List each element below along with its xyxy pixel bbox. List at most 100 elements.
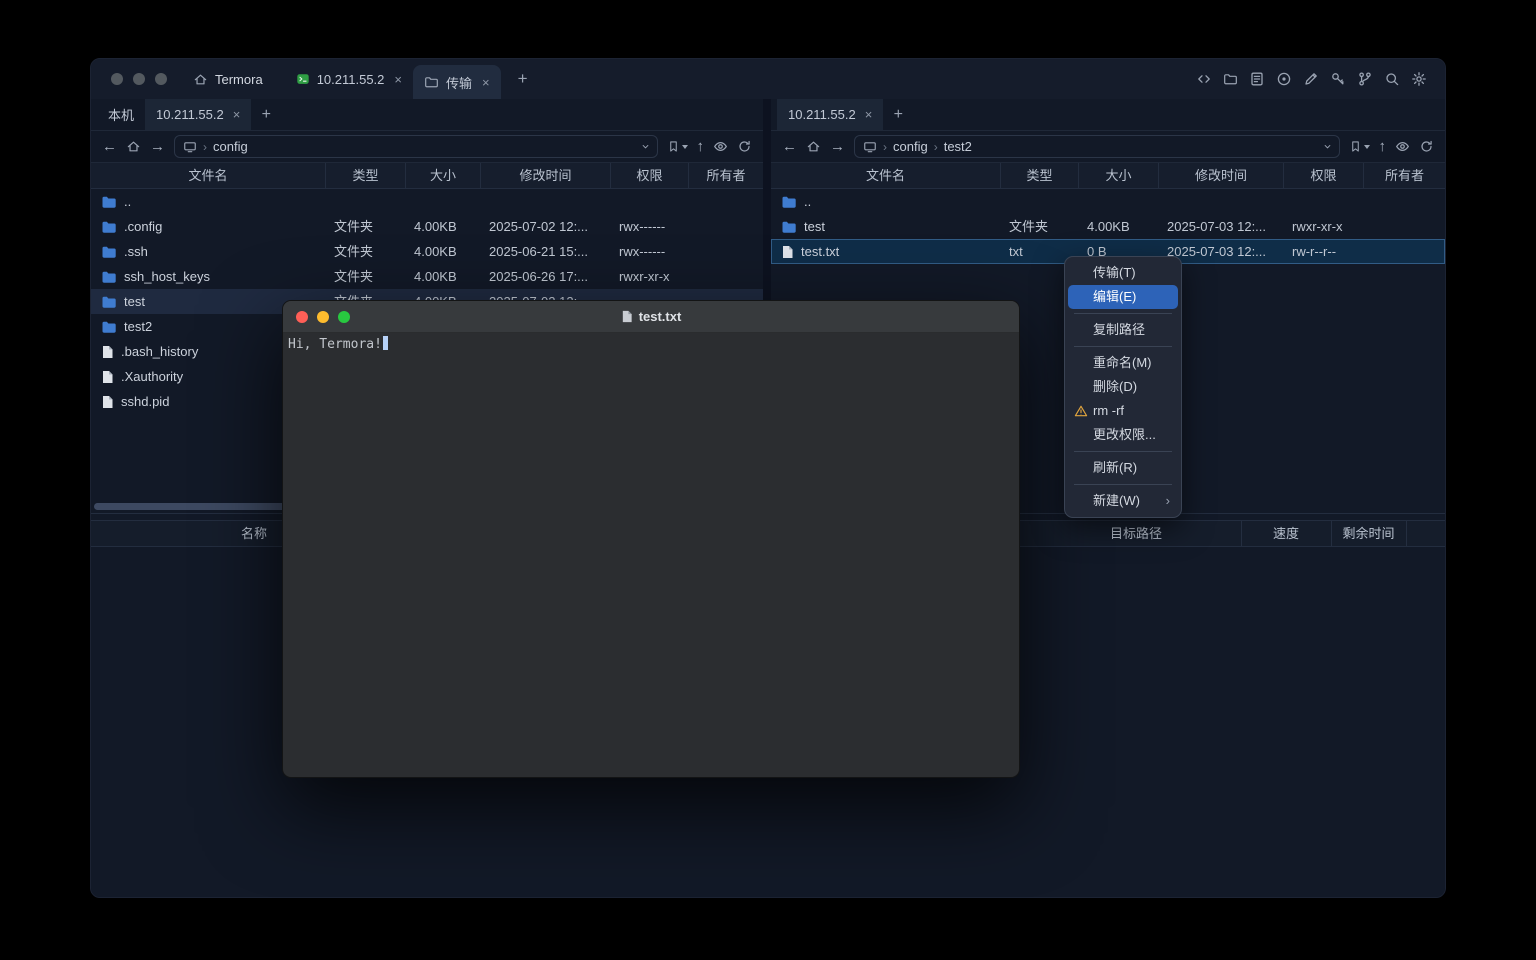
file-name-cell: ssh_host_keys: [91, 264, 326, 289]
folder-outline-icon[interactable]: [1223, 72, 1238, 87]
file-row[interactable]: ..: [91, 189, 763, 214]
chevron-down-icon[interactable]: [1322, 141, 1333, 152]
close-tab-icon[interactable]: ×: [233, 107, 241, 122]
home-button[interactable]: [806, 139, 821, 154]
file-name: .ssh: [124, 239, 148, 264]
menu-item-rm-rf[interactable]: rm -rf: [1068, 399, 1178, 423]
column-header[interactable]: 修改时间: [481, 163, 611, 188]
forward-button[interactable]: →: [150, 139, 165, 154]
menu-item-chmod[interactable]: 更改权限...: [1068, 423, 1178, 447]
branch-icon[interactable]: [1357, 71, 1373, 87]
column-header[interactable]: 所有者: [1364, 163, 1445, 188]
file-owner: [1364, 214, 1445, 239]
bookmark-dropdown-caret: [682, 145, 688, 149]
menu-item-copy-path[interactable]: 复制路径: [1068, 318, 1178, 342]
code-icon[interactable]: [1196, 71, 1212, 87]
back-button[interactable]: ←: [782, 139, 797, 154]
file-icon: [101, 395, 114, 409]
file-perms: [1284, 189, 1364, 214]
file-panel-tab[interactable]: 10.211.55.2×: [145, 99, 251, 130]
file-row[interactable]: test文件夹4.00KB2025-07-03 12:...rwxr-xr-x: [771, 214, 1445, 239]
close-window-button[interactable]: [296, 311, 308, 323]
menu-item-new[interactable]: 新建(W)›: [1068, 489, 1178, 513]
file-row[interactable]: .ssh文件夹4.00KB2025-06-21 15:...rwx------: [91, 239, 763, 264]
record-icon[interactable]: [1276, 71, 1292, 87]
file-name: .Xauthority: [121, 364, 183, 389]
close-tab-icon[interactable]: ×: [394, 72, 402, 87]
file-owner: [689, 264, 763, 289]
file-name: ..: [124, 189, 131, 214]
minimize-window-button[interactable]: [133, 73, 145, 85]
file-name: test2: [124, 314, 152, 339]
menu-item-delete[interactable]: 删除(D): [1068, 375, 1178, 399]
editor-titlebar[interactable]: test.txt: [283, 301, 1019, 333]
menu-separator: [1074, 451, 1172, 452]
bookmark-button[interactable]: [667, 140, 688, 153]
file-row[interactable]: .config文件夹4.00KB2025-07-02 12:...rwx----…: [91, 214, 763, 239]
transfer-column-speed: 速度: [1241, 521, 1331, 548]
breadcrumb-separator: ›: [934, 140, 938, 154]
zoom-window-button[interactable]: [338, 311, 350, 323]
file-name: ssh_host_keys: [124, 264, 210, 289]
column-header[interactable]: 类型: [326, 163, 406, 188]
key-icon[interactable]: [1330, 71, 1346, 87]
column-header[interactable]: 大小: [406, 163, 481, 188]
column-header[interactable]: 大小: [1079, 163, 1159, 188]
log-icon[interactable]: [1249, 71, 1265, 87]
toggle-hidden-files-button[interactable]: [713, 139, 728, 154]
pencil-icon[interactable]: [1303, 71, 1319, 87]
menu-item-edit[interactable]: 编辑(E): [1068, 285, 1178, 309]
column-header[interactable]: 权限: [611, 163, 689, 188]
forward-button[interactable]: →: [830, 139, 845, 154]
column-header[interactable]: 文件名: [771, 163, 1001, 188]
chevron-down-icon[interactable]: [640, 141, 651, 152]
file-row[interactable]: ..: [771, 189, 1445, 214]
file-panel-tab[interactable]: 10.211.55.2 ×: [777, 99, 883, 130]
new-tab-button[interactable]: +: [511, 69, 535, 89]
menu-separator: [1074, 484, 1172, 485]
editor-content[interactable]: Hi, Termora!: [283, 333, 1019, 777]
file-name: test: [804, 214, 825, 239]
folder-icon: [781, 219, 797, 235]
breadcrumb-item[interactable]: config: [213, 139, 248, 154]
up-button[interactable]: ↑: [697, 139, 705, 154]
menu-item-rename[interactable]: 重命名(M): [1068, 351, 1178, 375]
close-window-button[interactable]: [111, 73, 123, 85]
search-icon[interactable]: [1384, 71, 1400, 87]
breadcrumb-item[interactable]: config: [893, 139, 928, 154]
refresh-button[interactable]: [737, 139, 752, 154]
column-header[interactable]: 权限: [1284, 163, 1364, 188]
file-panel-tab[interactable]: 本机: [97, 99, 145, 130]
back-button[interactable]: ←: [102, 139, 117, 154]
breadcrumb-item[interactable]: test2: [944, 139, 972, 154]
new-file-tab-button[interactable]: +: [251, 99, 281, 130]
close-tab-icon[interactable]: ×: [482, 75, 490, 90]
tab-label: 10.211.55.2: [788, 107, 856, 122]
left-path-breadcrumb[interactable]: ›config: [174, 135, 658, 158]
column-header[interactable]: 修改时间: [1159, 163, 1284, 188]
close-tab-icon[interactable]: ×: [865, 107, 873, 122]
settings-icon[interactable]: [1411, 71, 1427, 87]
file-size: [1079, 189, 1159, 214]
zoom-window-button[interactable]: [155, 73, 167, 85]
menu-separator: [1074, 346, 1172, 347]
new-file-tab-button[interactable]: +: [883, 99, 913, 130]
up-button[interactable]: ↑: [1379, 139, 1387, 154]
file-perms: rwx------: [611, 214, 689, 239]
bookmark-button[interactable]: [1349, 140, 1370, 153]
column-header[interactable]: 类型: [1001, 163, 1079, 188]
titlebar-tab[interactable]: 传输×: [413, 65, 501, 99]
column-header[interactable]: 文件名: [91, 163, 326, 188]
refresh-button[interactable]: [1419, 139, 1434, 154]
menu-item-refresh[interactable]: 刷新(R): [1068, 456, 1178, 480]
minimize-window-button[interactable]: [317, 311, 329, 323]
toggle-hidden-files-button[interactable]: [1395, 139, 1410, 154]
column-header[interactable]: 所有者: [689, 163, 763, 188]
file-row[interactable]: ssh_host_keys文件夹4.00KB2025-06-26 17:...r…: [91, 264, 763, 289]
file-size: 4.00KB: [406, 239, 481, 264]
home-button[interactable]: [126, 139, 141, 154]
titlebar-tab[interactable]: 10.211.55.2×: [285, 59, 413, 99]
app-home-tab[interactable]: Termora: [193, 72, 263, 87]
menu-item-transfer[interactable]: 传输(T): [1068, 261, 1178, 285]
right-path-breadcrumb[interactable]: ›config›test2: [854, 135, 1340, 158]
